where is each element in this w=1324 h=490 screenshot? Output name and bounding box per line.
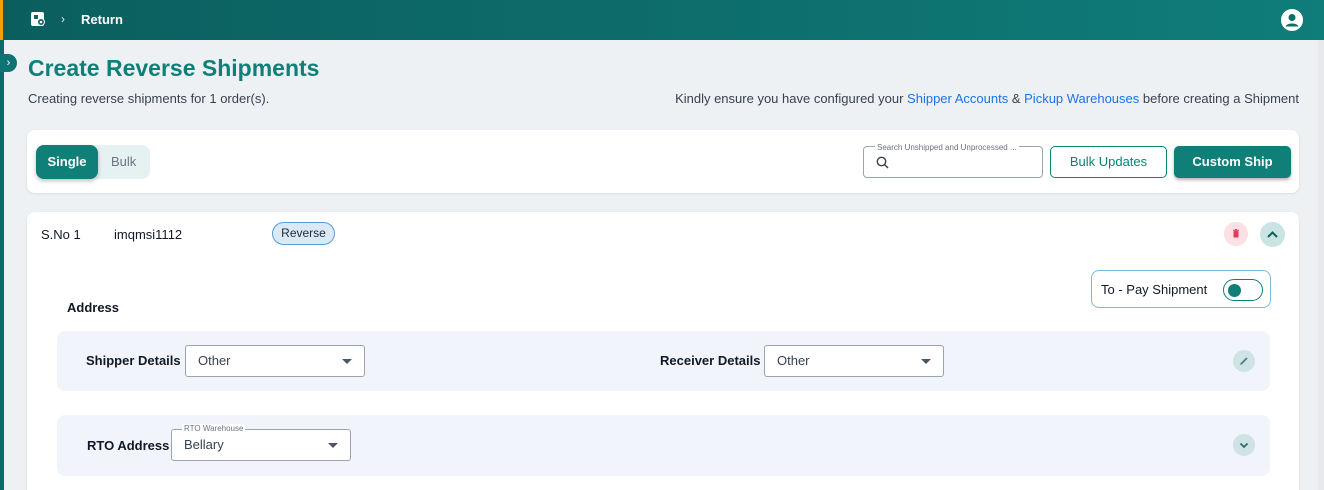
address-section-title: Address: [67, 300, 120, 315]
shipment-card: S.No 1 imqmsi1112 Reverse To - Pay Shipm…: [27, 212, 1299, 490]
page-title: Create Reverse Shipments: [28, 55, 320, 81]
warehouse-icon[interactable]: [30, 11, 46, 27]
shipment-type-badge: Reverse: [272, 222, 335, 245]
address-details-panel: Shipper Details Other Receiver Details O…: [57, 331, 1270, 391]
page-subtitle: Creating reverse shipments for 1 order(s…: [28, 91, 270, 106]
shipper-accounts-link[interactable]: Shipper Accounts: [907, 91, 1008, 106]
serial-number: S.No 1: [41, 227, 81, 242]
shipper-details-select[interactable]: Other: [185, 345, 365, 377]
rto-address-label: RTO Address: [87, 438, 170, 453]
breadcrumb-chevron-icon: ›: [61, 12, 65, 26]
shipper-details-value: Other: [198, 353, 231, 368]
breadcrumb-current[interactable]: Return: [81, 12, 123, 27]
receiver-details-value: Other: [777, 353, 810, 368]
chevron-down-icon[interactable]: [1233, 434, 1255, 456]
rto-warehouse-value: Bellary: [184, 437, 224, 452]
chevron-up-icon[interactable]: [1260, 222, 1285, 247]
config-notice: Kindly ensure you have configured your S…: [675, 91, 1299, 106]
search-field-label: Search Unshipped and Unprocessed ...: [875, 143, 1019, 152]
receiver-details-label: Receiver Details: [660, 353, 761, 368]
search-input[interactable]: [896, 154, 1036, 172]
notice-middle: &: [1008, 91, 1025, 106]
dropdown-caret-icon: [921, 359, 931, 364]
rto-address-panel: RTO Address RTO Warehouse Bellary: [57, 415, 1270, 476]
bulk-mode-tab[interactable]: Bulk: [111, 145, 136, 179]
to-pay-label: To - Pay Shipment: [1101, 282, 1208, 297]
dropdown-caret-icon: [328, 443, 338, 448]
receiver-details-select[interactable]: Other: [764, 345, 944, 377]
top-bar: › Return: [0, 0, 1324, 40]
notice-prefix: Kindly ensure you have configured your: [675, 91, 908, 106]
pencil-icon[interactable]: [1233, 350, 1255, 372]
dropdown-caret-icon: [342, 359, 352, 364]
scrollbar-track[interactable]: [1318, 40, 1324, 490]
shipper-details-label: Shipper Details: [86, 353, 181, 368]
to-pay-switch[interactable]: [1223, 279, 1263, 301]
trash-icon[interactable]: [1224, 222, 1248, 246]
custom-ship-button[interactable]: Custom Ship: [1174, 146, 1291, 178]
notice-suffix: before creating a Shipment: [1139, 91, 1299, 106]
to-pay-shipment-toggle[interactable]: To - Pay Shipment: [1091, 270, 1271, 308]
account-circle-icon[interactable]: [1281, 9, 1303, 31]
bulk-updates-button[interactable]: Bulk Updates: [1050, 146, 1167, 178]
search-icon: [876, 156, 889, 169]
left-accent: [0, 0, 3, 40]
to-pay-switch-knob: [1228, 284, 1241, 297]
sidebar-expand-icon[interactable]: ›: [0, 54, 17, 72]
single-mode-tab[interactable]: Single: [36, 145, 98, 179]
pickup-warehouses-link[interactable]: Pickup Warehouses: [1024, 91, 1139, 106]
order-id: imqmsi1112: [114, 227, 183, 242]
sidebar-strip: [0, 40, 4, 490]
search-field[interactable]: Search Unshipped and Unprocessed ...: [863, 143, 1043, 178]
rto-warehouse-select[interactable]: RTO Warehouse Bellary: [171, 424, 351, 461]
mode-switch: Single Bulk: [36, 145, 150, 179]
rto-warehouse-label: RTO Warehouse: [182, 424, 246, 434]
toolbar-card: Single Bulk Search Unshipped and Unproce…: [27, 130, 1299, 193]
